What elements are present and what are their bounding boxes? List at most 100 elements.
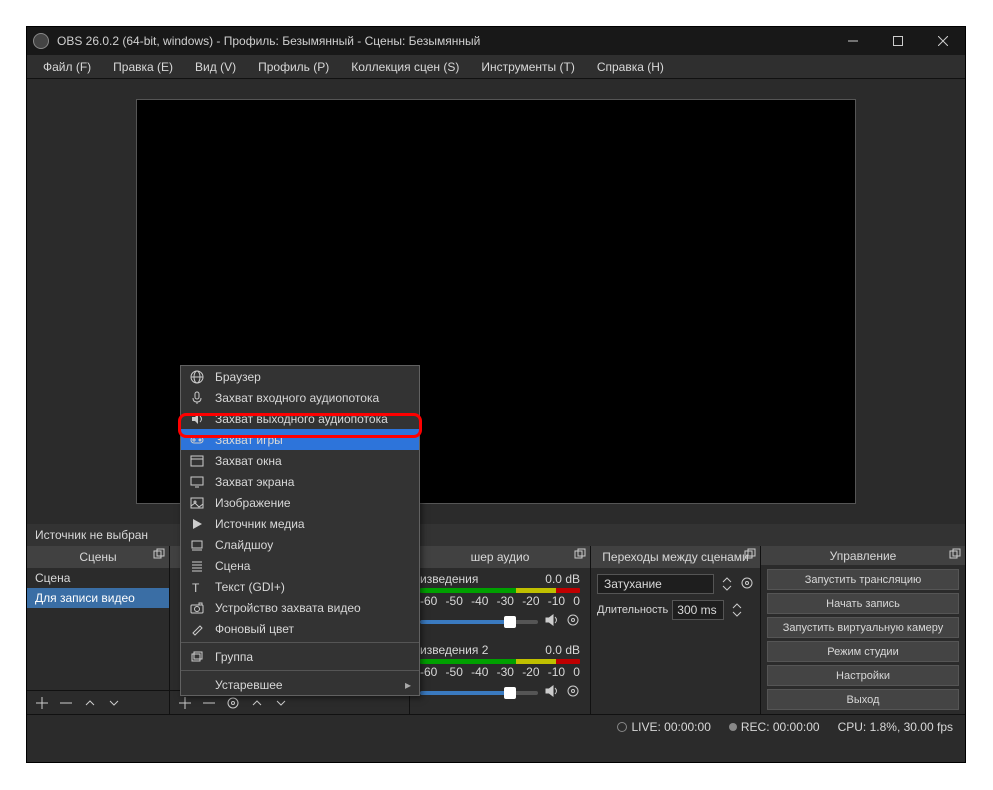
scenes-toolbar (27, 690, 169, 714)
context-item-label: Браузер (215, 370, 261, 384)
context-item-media[interactable]: Источник медиа (181, 513, 419, 534)
context-item-globe[interactable]: Браузер (181, 366, 419, 387)
separator (181, 670, 419, 671)
move-scene-up-button[interactable] (81, 694, 99, 712)
context-item-slideshow[interactable]: Слайдшоу (181, 534, 419, 555)
minimize-button[interactable] (830, 27, 875, 55)
audio-ticks: -60-50-40-30-20-100 (420, 665, 580, 679)
move-scene-down-button[interactable] (105, 694, 123, 712)
preview-area (27, 79, 965, 524)
menu-tools[interactable]: Инструменты (T) (471, 58, 584, 76)
context-item-gamepad[interactable]: Захват игры (181, 429, 419, 450)
close-button[interactable] (920, 27, 965, 55)
text-icon: T (189, 580, 205, 594)
add-scene-button[interactable] (33, 694, 51, 712)
speaker-icon[interactable] (544, 683, 560, 702)
transition-select[interactable]: Затухание (597, 574, 714, 594)
gear-icon[interactable] (566, 613, 580, 630)
context-item-label: Захват входного аудиопотока (215, 391, 379, 405)
context-item-image[interactable]: Изображение (181, 492, 419, 513)
spinner-icon[interactable] (718, 575, 736, 593)
audio-mixer-panel: шер аудио изведения0.0 dB -60-50-40-30-2… (410, 546, 591, 714)
context-item-camera[interactable]: Устройство захвата видео (181, 597, 419, 618)
monitor-icon (189, 475, 205, 489)
remove-scene-button[interactable] (57, 694, 75, 712)
start-recording-button[interactable]: Начать запись (767, 593, 959, 614)
menu-file[interactable]: Файл (F) (33, 58, 101, 76)
add-source-button[interactable] (176, 694, 194, 712)
audio-title: шер аудио (471, 550, 530, 564)
context-item-brush[interactable]: Фоновый цвет (181, 618, 419, 639)
spinner-icon[interactable] (728, 601, 746, 619)
source-info-text: Источник не выбран (35, 528, 148, 542)
context-item-label: Текст (GDI+) (215, 580, 285, 594)
context-item-scene[interactable]: Сцена (181, 555, 419, 576)
title-bar: OBS 26.0.2 (64-bit, windows) - Профиль: … (27, 27, 965, 55)
media-icon (189, 517, 205, 531)
context-item-group[interactable]: Группа (181, 646, 419, 667)
group-icon (189, 650, 205, 664)
brush-icon (189, 622, 205, 636)
record-icon (729, 723, 737, 731)
context-item-window[interactable]: Захват окна (181, 450, 419, 471)
add-source-context-menu: Браузер Захват входного аудиопотока Захват… (180, 365, 420, 696)
source-properties-button[interactable] (224, 694, 242, 712)
audio-volume-slider[interactable] (420, 691, 538, 695)
audio-list: изведения0.0 dB -60-50-40-30-20-100 изве… (410, 568, 590, 714)
chevron-right-icon: ▸ (405, 678, 411, 692)
context-item-label: Захват выходного аудиопотока (215, 412, 388, 426)
audio-meter (420, 588, 580, 593)
menu-help[interactable]: Справка (H) (587, 58, 674, 76)
scenes-header: Сцены (27, 546, 169, 568)
move-source-up-button[interactable] (248, 694, 266, 712)
context-item-label: Устройство захвата видео (215, 601, 361, 615)
controls-panel: Управление Запустить трансляцию Начать з… (761, 546, 965, 714)
menu-scene-collection[interactable]: Коллекция сцен (S) (341, 58, 469, 76)
audio-ticks: -60-50-40-30-20-100 (420, 594, 580, 608)
speaker-icon[interactable] (544, 612, 560, 631)
gear-icon[interactable] (740, 576, 754, 593)
settings-button[interactable]: Настройки (767, 665, 959, 686)
scenes-title: Сцены (79, 550, 116, 564)
dock-popout-icon[interactable] (153, 548, 165, 563)
audio-volume-slider[interactable] (420, 620, 538, 624)
exit-button[interactable]: Выход (767, 689, 959, 710)
menu-profile[interactable]: Профиль (P) (248, 58, 339, 76)
dock-popout-icon[interactable] (949, 548, 961, 563)
camera-icon (189, 601, 205, 615)
rec-status: REC: 00:00:00 (729, 720, 820, 734)
studio-mode-button[interactable]: Режим студии (767, 641, 959, 662)
scene-item[interactable]: Сцена (27, 568, 169, 588)
dock-popout-icon[interactable] (574, 548, 586, 563)
context-item-label: Слайдшоу (215, 538, 273, 552)
gear-icon[interactable] (566, 684, 580, 701)
globe-icon (189, 370, 205, 384)
separator (181, 642, 419, 643)
context-item-label: Захват экрана (215, 475, 294, 489)
maximize-button[interactable] (875, 27, 920, 55)
context-item-monitor[interactable]: Захват экрана (181, 471, 419, 492)
context-item-label: Изображение (215, 496, 291, 510)
context-item-legacy[interactable]: Устаревшее▸ (181, 674, 419, 695)
context-item-label: Захват игры (215, 433, 283, 447)
context-item-speaker[interactable]: Захват выходного аудиопотока (181, 408, 419, 429)
context-item-label: Фоновый цвет (215, 622, 294, 636)
menu-bar: Файл (F) Правка (E) Вид (V) Профиль (P) … (27, 55, 965, 79)
scene-item-selected[interactable]: Для записи видео (27, 588, 169, 608)
start-stream-button[interactable]: Запустить трансляцию (767, 569, 959, 590)
window-icon (189, 454, 205, 468)
duration-input[interactable]: 300 ms (672, 600, 724, 620)
audio-track-db: 0.0 dB (545, 643, 580, 657)
context-item-text[interactable]: T Текст (GDI+) (181, 576, 419, 597)
menu-edit[interactable]: Правка (E) (103, 58, 183, 76)
dock-popout-icon[interactable] (744, 548, 756, 563)
context-item-mic[interactable]: Захват входного аудиопотока (181, 387, 419, 408)
menu-view[interactable]: Вид (V) (185, 58, 246, 76)
audio-meter (420, 659, 580, 664)
move-source-down-button[interactable] (272, 694, 290, 712)
slideshow-icon (189, 538, 205, 552)
controls-header: Управление (761, 546, 965, 565)
start-virtualcam-button[interactable]: Запустить виртуальную камеру (767, 617, 959, 638)
remove-source-button[interactable] (200, 694, 218, 712)
source-info-bar: Источник не выбран (27, 524, 965, 546)
